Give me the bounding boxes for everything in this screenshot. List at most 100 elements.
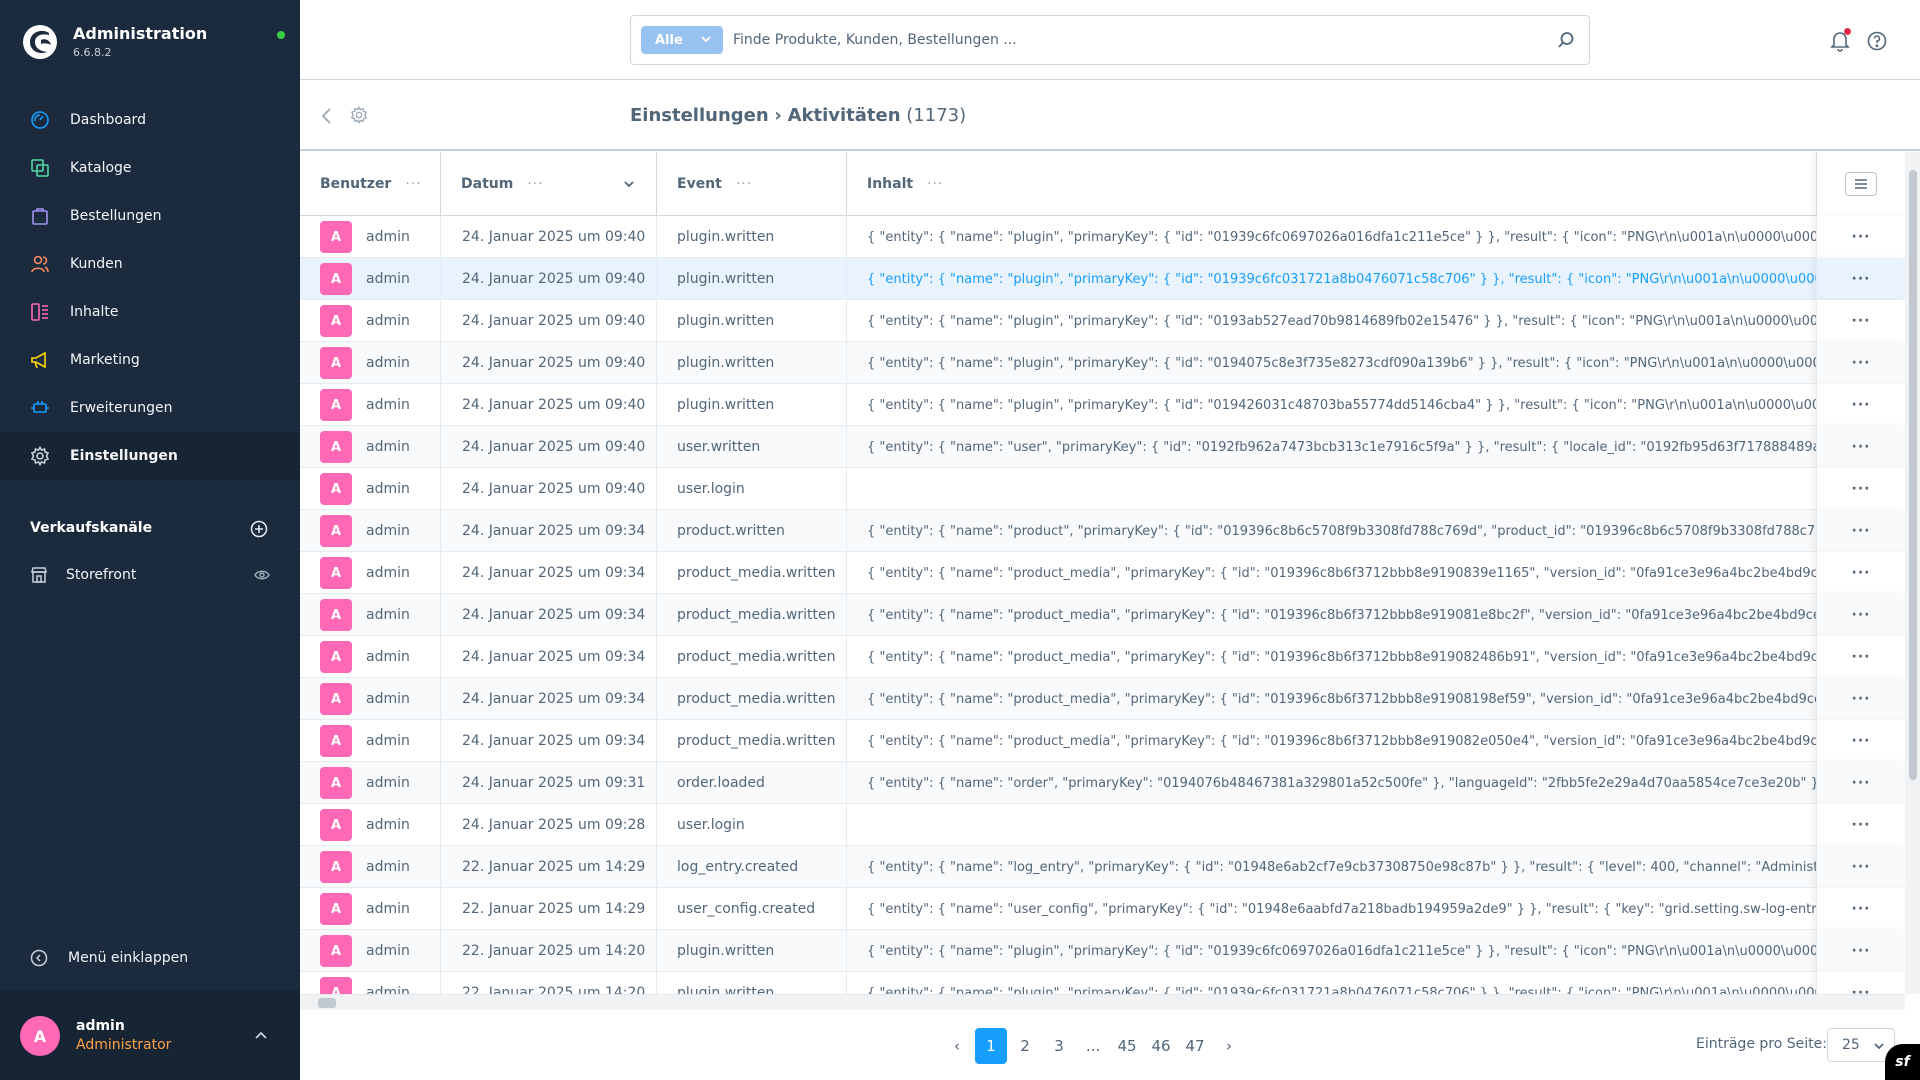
table-row[interactable]: Aadmin 24. Januar 2025 um 09:34 product_me…: [300, 636, 1905, 678]
search-input[interactable]: [733, 25, 1533, 55]
vertical-scrollbar[interactable]: [1905, 152, 1920, 994]
more-actions-icon[interactable]: ···: [1852, 649, 1871, 665]
more-actions-icon[interactable]: ···: [1852, 901, 1871, 917]
pagination-page[interactable]: 3: [1043, 1028, 1075, 1064]
more-actions-icon[interactable]: ···: [1852, 775, 1871, 791]
table-row[interactable]: Aadmin 22. Januar 2025 um 14:20 plugin.wri…: [300, 972, 1905, 994]
pagination-next[interactable]: ›: [1213, 1028, 1245, 1064]
table-row[interactable]: Aadmin 24. Januar 2025 um 09:34 product_me…: [300, 678, 1905, 720]
nav-item-kunden[interactable]: Kunden: [0, 240, 300, 288]
table-row[interactable]: Aadmin 24. Januar 2025 um 09:40 plugin.wri…: [300, 300, 1905, 342]
more-actions-icon[interactable]: ···: [1852, 733, 1871, 749]
user-name[interactable]: admin: [366, 649, 410, 665]
table-row[interactable]: Aadmin 24. Januar 2025 um 09:40 plugin.wri…: [300, 342, 1905, 384]
user-name[interactable]: admin: [366, 229, 410, 245]
nav-item-inhalte[interactable]: Inhalte: [0, 288, 300, 336]
column-menu-icon[interactable]: ···: [527, 176, 543, 192]
pagination-page[interactable]: 46: [1145, 1028, 1177, 1064]
nav-item-erweiterungen[interactable]: Erweiterungen: [0, 384, 300, 432]
nav-item-dashboard[interactable]: Dashboard: [0, 96, 300, 144]
pagination-page[interactable]: 1: [975, 1028, 1007, 1064]
brand[interactable]: Administration 6.6.8.2: [20, 20, 290, 70]
table-row[interactable]: Aadmin 24. Januar 2025 um 09:34 product_me…: [300, 552, 1905, 594]
more-actions-icon[interactable]: ···: [1852, 397, 1871, 413]
table-row[interactable]: Aadmin 24. Januar 2025 um 09:40 user.login…: [300, 468, 1905, 510]
pagination-page[interactable]: 47: [1179, 1028, 1211, 1064]
user-name[interactable]: admin: [366, 985, 410, 994]
table-row[interactable]: Aadmin 24. Januar 2025 um 09:40 plugin.wri…: [300, 216, 1905, 258]
column-header-content[interactable]: Inhalt ···: [847, 152, 1816, 216]
user-name[interactable]: admin: [366, 481, 410, 497]
table-row[interactable]: Aadmin 24. Januar 2025 um 09:40 plugin.wri…: [300, 258, 1905, 300]
more-actions-icon[interactable]: ···: [1852, 229, 1871, 245]
more-actions-icon[interactable]: ···: [1852, 481, 1871, 497]
nav-item-bestellungen[interactable]: Bestellungen: [0, 192, 300, 240]
eye-icon[interactable]: [254, 568, 270, 582]
user-panel[interactable]: A admin Administrator: [0, 990, 300, 1080]
pagination-prev[interactable]: ‹: [941, 1028, 973, 1064]
more-actions-icon[interactable]: ···: [1852, 271, 1871, 287]
breadcrumb-parent[interactable]: Einstellungen: [630, 105, 769, 126]
user-name[interactable]: admin: [366, 775, 410, 791]
more-actions-icon[interactable]: ···: [1852, 313, 1871, 329]
column-menu-icon[interactable]: ···: [405, 176, 421, 192]
horizontal-scrollbar[interactable]: [300, 994, 1905, 1010]
column-menu-icon[interactable]: ···: [736, 176, 752, 192]
help-icon[interactable]: [1867, 31, 1887, 51]
more-actions-icon[interactable]: ···: [1852, 523, 1871, 539]
more-actions-icon[interactable]: ···: [1852, 691, 1871, 707]
more-actions-icon[interactable]: ···: [1852, 985, 1871, 994]
user-name[interactable]: admin: [366, 817, 410, 833]
sort-descending-icon[interactable]: [624, 180, 634, 188]
user-name[interactable]: admin: [366, 271, 410, 287]
column-header-user[interactable]: Benutzer ···: [300, 152, 441, 216]
table-row[interactable]: Aadmin 24. Januar 2025 um 09:34 product.wr…: [300, 510, 1905, 552]
search-icon[interactable]: [1557, 31, 1575, 49]
user-name[interactable]: admin: [366, 313, 410, 329]
user-name[interactable]: admin: [366, 439, 410, 455]
table-row[interactable]: Aadmin 24. Januar 2025 um 09:40 user.writt…: [300, 426, 1905, 468]
table-row[interactable]: Aadmin 24. Januar 2025 um 09:34 product_me…: [300, 594, 1905, 636]
user-name[interactable]: admin: [366, 523, 410, 539]
more-actions-icon[interactable]: ···: [1852, 943, 1871, 959]
user-name[interactable]: admin: [366, 691, 410, 707]
table-row[interactable]: Aadmin 24. Januar 2025 um 09:40 plugin.wri…: [300, 384, 1905, 426]
more-actions-icon[interactable]: ···: [1852, 817, 1871, 833]
pagination-page[interactable]: 45: [1111, 1028, 1143, 1064]
more-actions-icon[interactable]: ···: [1852, 859, 1871, 875]
table-row[interactable]: Aadmin 24. Januar 2025 um 09:34 product_me…: [300, 720, 1905, 762]
symfony-toolbar-icon[interactable]: sf: [1885, 1044, 1920, 1080]
scrollbar-thumb[interactable]: [318, 998, 336, 1008]
nav-item-marketing[interactable]: Marketing: [0, 336, 300, 384]
column-menu-icon[interactable]: ···: [927, 176, 943, 192]
column-header-event[interactable]: Event ···: [657, 152, 847, 216]
scrollbar-thumb[interactable]: [1909, 170, 1917, 780]
user-name[interactable]: admin: [366, 859, 410, 875]
search-type-select[interactable]: Alle: [641, 26, 723, 54]
table-row[interactable]: Aadmin 24. Januar 2025 um 09:31 order.load…: [300, 762, 1905, 804]
sales-channel-storefront[interactable]: Storefront: [30, 564, 280, 586]
column-header-date[interactable]: Datum ···: [441, 152, 657, 216]
user-name[interactable]: admin: [366, 733, 410, 749]
table-row[interactable]: Aadmin 22. Januar 2025 um 14:20 plugin.wri…: [300, 930, 1905, 972]
user-name[interactable]: admin: [366, 397, 410, 413]
user-name[interactable]: admin: [366, 943, 410, 959]
more-actions-icon[interactable]: ···: [1852, 607, 1871, 623]
table-row[interactable]: Aadmin 22. Januar 2025 um 14:29 user_confi…: [300, 888, 1905, 930]
user-name[interactable]: admin: [366, 565, 410, 581]
add-sales-channel-icon[interactable]: [250, 520, 268, 538]
nav-item-kataloge[interactable]: Kataloge: [0, 144, 300, 192]
more-actions-icon[interactable]: ···: [1852, 355, 1871, 371]
collapse-menu-button[interactable]: Menü einklappen: [30, 947, 188, 969]
back-icon[interactable]: [320, 107, 334, 125]
user-name[interactable]: admin: [366, 355, 410, 371]
table-row[interactable]: Aadmin 24. Januar 2025 um 09:28 user.login…: [300, 804, 1905, 846]
gear-icon[interactable]: [350, 106, 368, 124]
user-name[interactable]: admin: [366, 607, 410, 623]
user-name[interactable]: admin: [366, 901, 410, 917]
more-actions-icon[interactable]: ···: [1852, 565, 1871, 581]
nav-item-einstellungen[interactable]: Einstellungen: [0, 432, 300, 480]
table-row[interactable]: Aadmin 22. Januar 2025 um 14:29 log_entry.…: [300, 846, 1905, 888]
pagination-page[interactable]: 2: [1009, 1028, 1041, 1064]
more-actions-icon[interactable]: ···: [1852, 439, 1871, 455]
